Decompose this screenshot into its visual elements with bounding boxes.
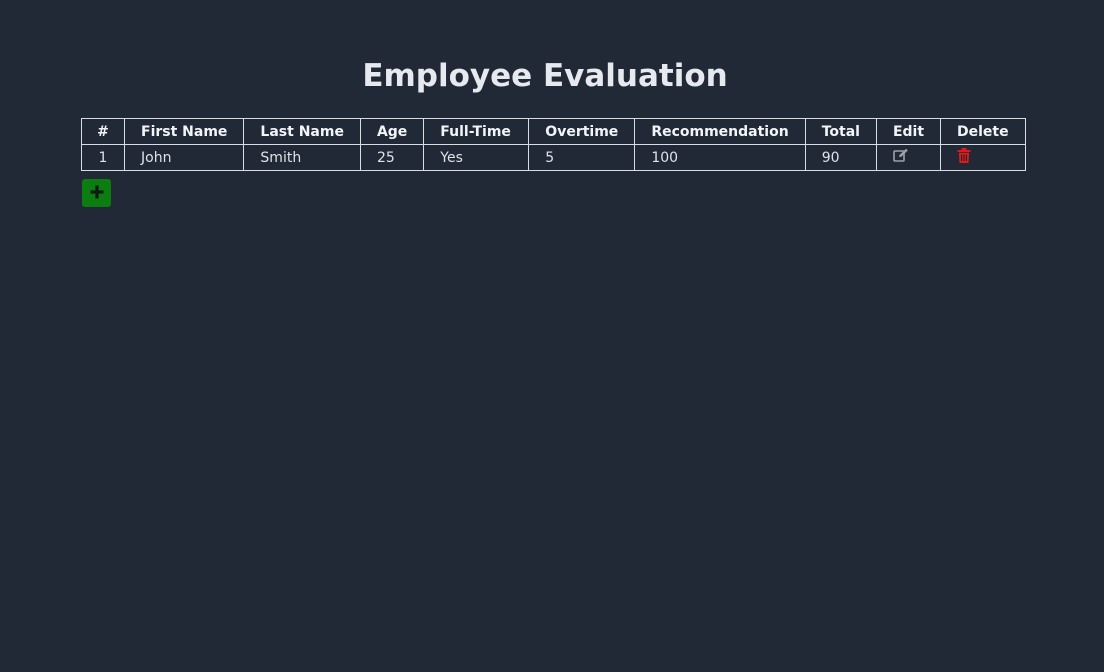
employee-table: # First Name Last Name Age Full-Time Ove… [81,118,1026,171]
cell-age: 25 [359,144,425,171]
cell-edit [875,144,942,171]
header-overtime: Overtime [528,118,636,145]
trash-icon[interactable] [957,148,971,167]
header-age: Age [359,118,425,145]
header-last-name: Last Name [243,118,361,145]
cell-last-name: Smith [243,144,361,171]
add-employee-button[interactable] [82,179,111,207]
cell-first-name: John [123,144,245,171]
header-first-name: First Name [123,118,245,145]
table-body: 1 John Smith 25 Yes 5 100 90 [81,144,1026,171]
header-edit: Edit [875,118,942,145]
header-full-time: Full-Time [423,118,530,145]
header-total: Total [804,118,877,145]
cell-full-time: Yes [423,144,530,171]
table-row: 1 John Smith 25 Yes 5 100 90 [81,144,1026,171]
page-title: Employee Evaluation [362,58,728,94]
employee-table-wrapper: # First Name Last Name Age Full-Time Ove… [81,118,1026,171]
page: Employee Evaluation # First Name Last Na… [0,0,1104,672]
plus-icon [90,185,104,202]
cell-total: 90 [804,144,877,171]
table-header: # First Name Last Name Age Full-Time Ove… [81,118,1026,145]
cell-delete [940,144,1026,171]
edit-icon[interactable] [893,148,909,167]
header-delete: Delete [940,118,1026,145]
cell-overtime: 5 [528,144,636,171]
cell-recommendation: 100 [634,144,806,171]
table-header-row: # First Name Last Name Age Full-Time Ove… [81,118,1026,145]
cell-index: 1 [81,144,125,171]
header-recommendation: Recommendation [634,118,806,145]
header-index: # [81,118,125,145]
